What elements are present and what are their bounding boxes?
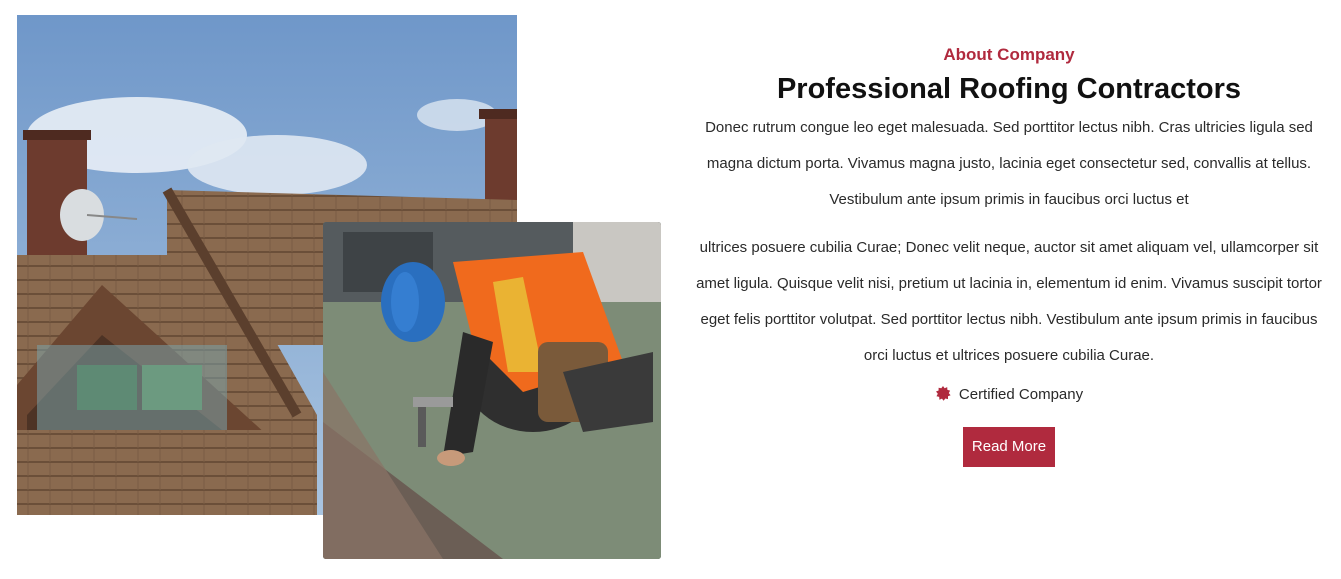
section-title: Professional Roofing Contractors (776, 73, 1242, 105)
about-paragraph-1: Donec rutrum congue leo eget malesuada. … (705, 119, 1313, 208)
about-section: About Company Professional Roofing Contr… (0, 0, 1341, 579)
about-content: About Company Professional Roofing Contr… (690, 40, 1328, 467)
badge-icon (935, 386, 951, 402)
roofer-working-photo (323, 222, 661, 559)
certified-label: Certified Company (958, 385, 1084, 403)
section-eyebrow: About Company (943, 45, 1075, 64)
read-more-button[interactable]: Read More (962, 427, 1056, 467)
about-paragraph-2: ultrices posuere cubilia Curae; Donec ve… (696, 239, 1322, 364)
certified-badge: Certified Company (690, 382, 1328, 406)
